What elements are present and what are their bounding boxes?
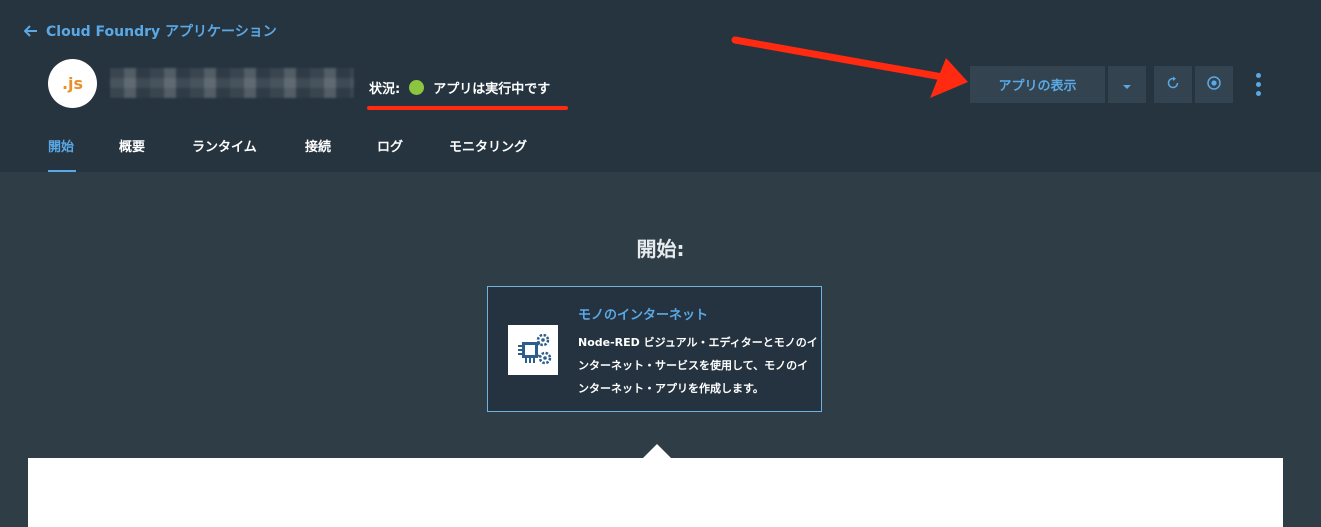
- tab-overview[interactable]: 概要: [119, 136, 145, 155]
- view-app-dropdown-button[interactable]: [1108, 66, 1146, 103]
- more-vertical-icon[interactable]: [1248, 66, 1268, 103]
- restart-button[interactable]: [1154, 66, 1192, 103]
- app-header: Cloud Foundry アプリケーション .js 状況: アプリは実行中です…: [0, 0, 1321, 172]
- app-logo: .js: [48, 59, 97, 108]
- app-name-redacted: [110, 68, 354, 98]
- app-status: 状況: アプリは実行中です: [369, 77, 550, 97]
- tab-connections[interactable]: 接続: [305, 136, 331, 155]
- tab-getting-started[interactable]: 開始: [48, 136, 74, 155]
- status-running-indicator: [409, 79, 425, 95]
- stop-icon: [1207, 75, 1221, 94]
- iot-chip-gear-icon: [508, 325, 558, 375]
- view-app-label: アプリの表示: [998, 79, 1077, 94]
- status-text: アプリは実行中です: [433, 81, 551, 97]
- tab-runtime[interactable]: ランタイム: [192, 136, 257, 155]
- back-to-cf-apps-link[interactable]: Cloud Foundry アプリケーション: [24, 22, 277, 40]
- section-title: 開始:: [636, 237, 685, 261]
- chevron-down-icon: [1122, 75, 1132, 94]
- annotation-underline: [367, 106, 568, 110]
- active-tab-indicator: [48, 170, 76, 172]
- back-link-label: Cloud Foundry アプリケーション: [46, 24, 277, 40]
- tab-bar: 開始 概要 ランタイム 接続 ログ モニタリング: [0, 132, 1321, 172]
- tab-logs[interactable]: ログ: [377, 136, 403, 155]
- card-title: モノのインターネット: [578, 308, 709, 323]
- view-app-button[interactable]: アプリの表示: [970, 66, 1105, 103]
- panel-notch: [643, 444, 671, 458]
- stop-button[interactable]: [1195, 66, 1233, 103]
- restart-icon: [1166, 75, 1180, 94]
- app-logo-text: .js: [61, 74, 84, 93]
- tab-monitoring[interactable]: モニタリング: [449, 136, 527, 155]
- iot-starter-card[interactable]: モノのインターネット Node-RED ビジュアル・エディターとモノのインターネ…: [487, 286, 822, 412]
- arrow-left-icon: [24, 25, 38, 37]
- card-description: Node-RED ビジュアル・エディターとモノのインターネット・サービスを使用し…: [578, 336, 818, 395]
- detail-panel: [28, 458, 1283, 527]
- status-label: 状況:: [369, 81, 401, 97]
